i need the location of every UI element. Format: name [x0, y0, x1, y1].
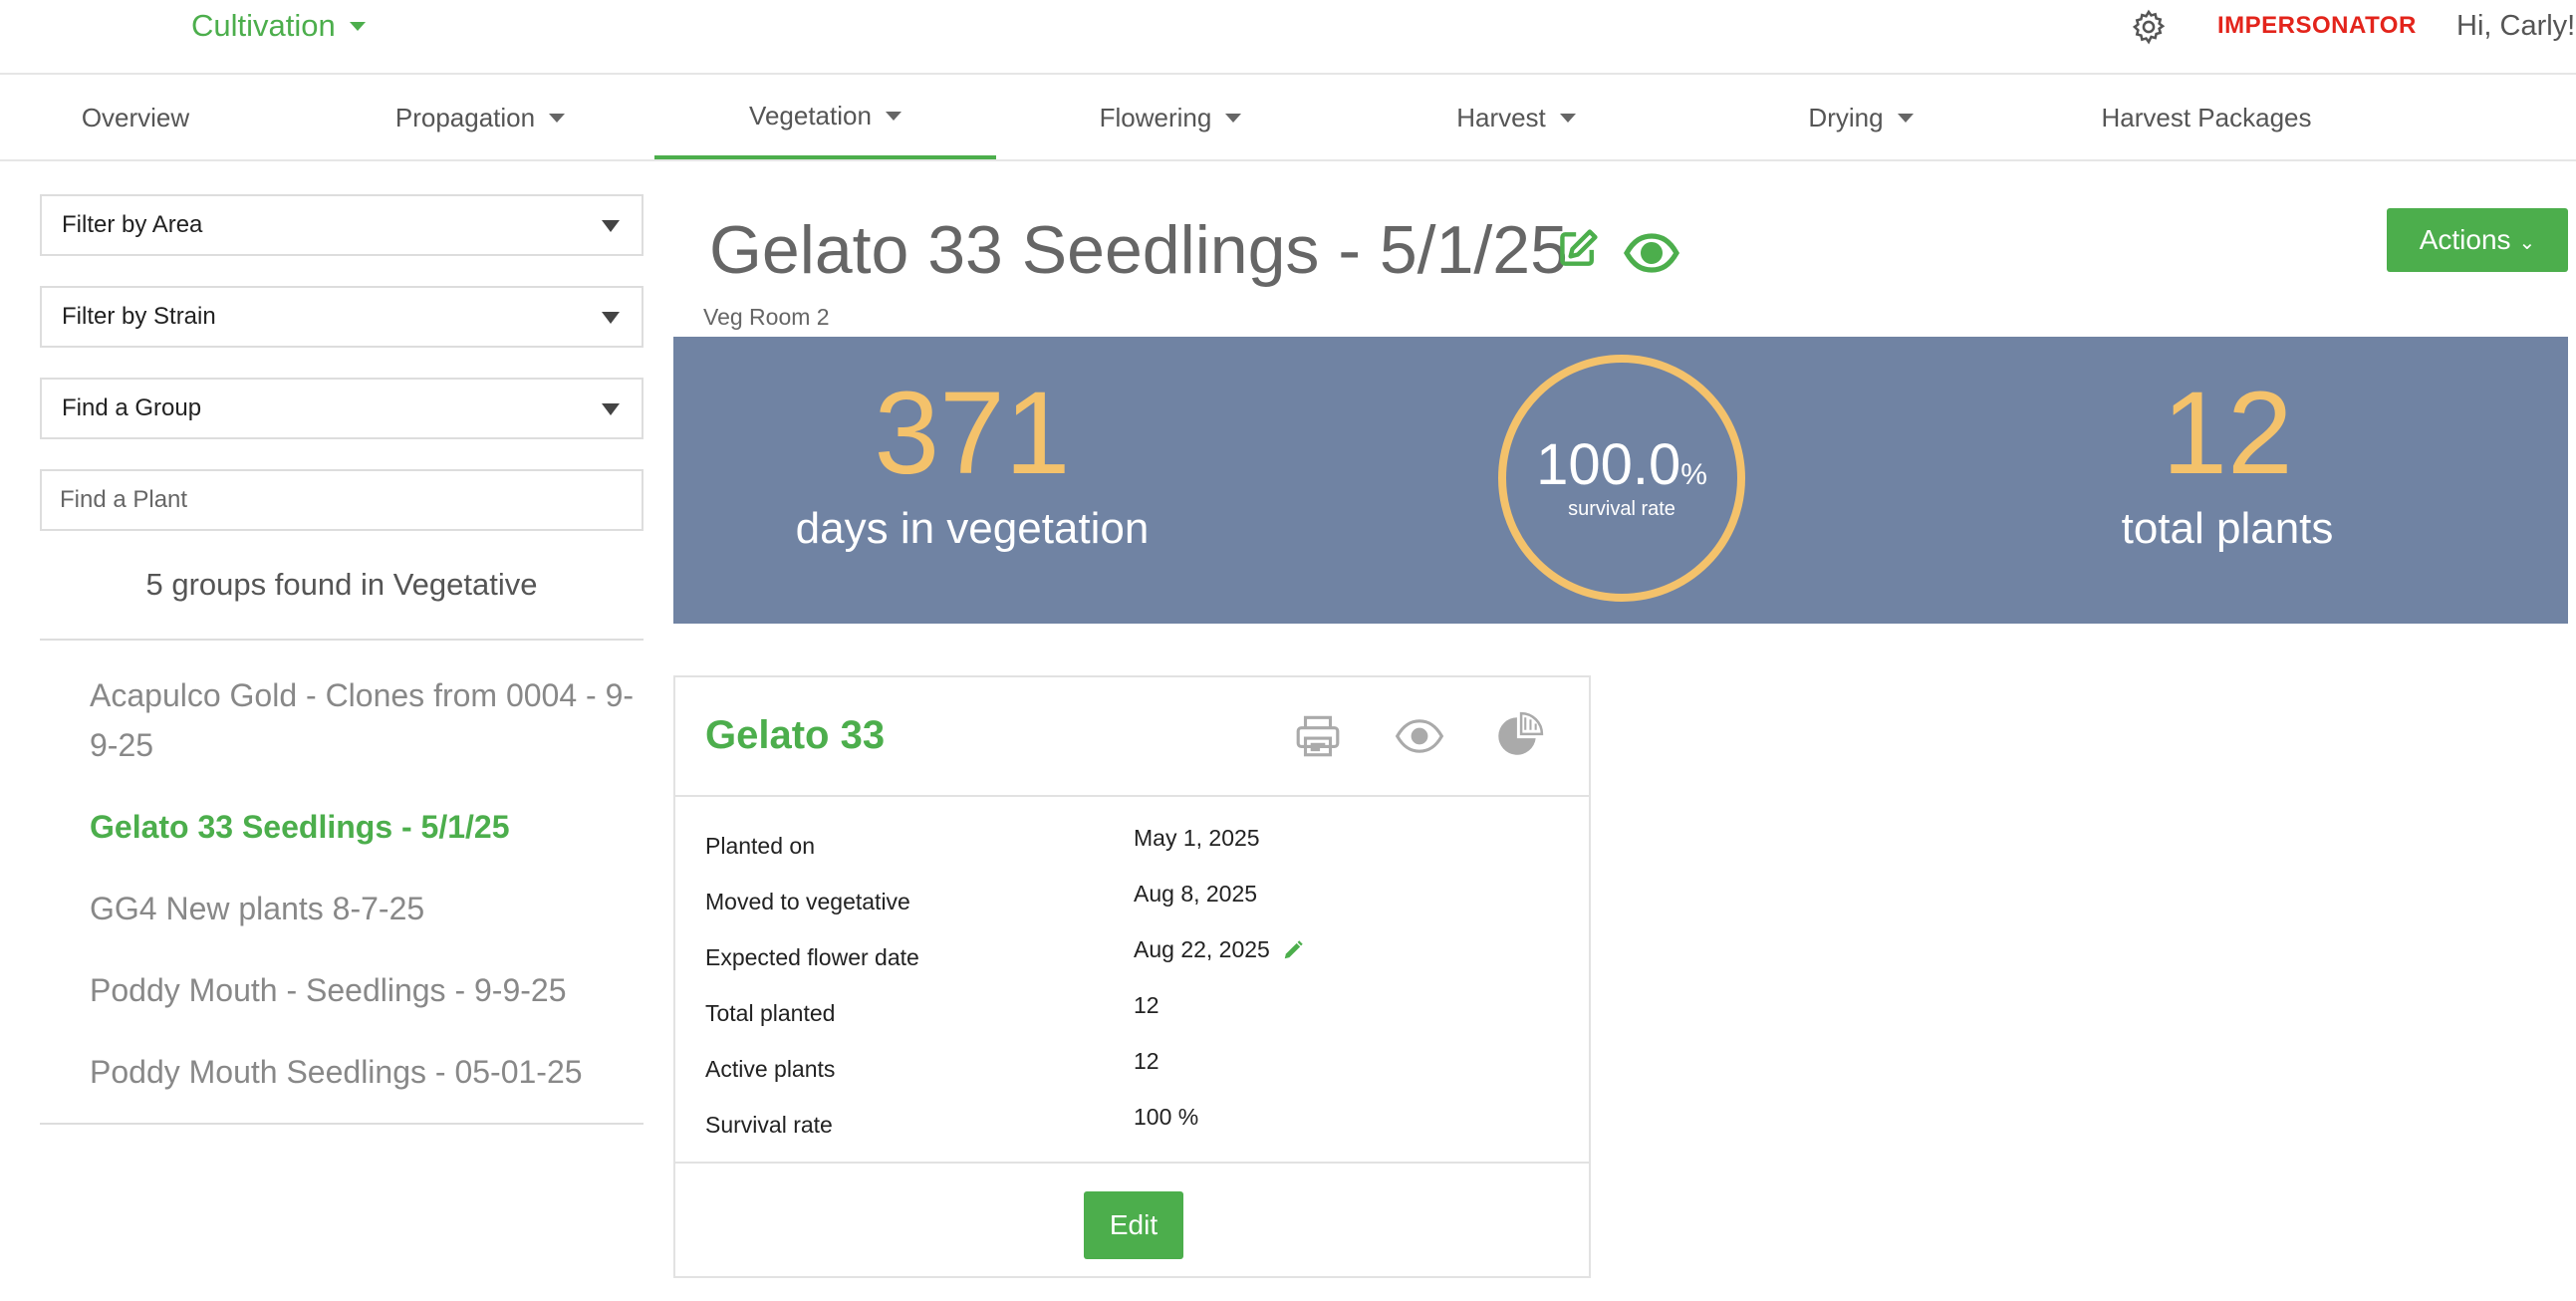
filter-label: Filter by Area: [62, 211, 203, 238]
detail-value: Aug 22, 2025: [1134, 936, 1304, 963]
groups-found-count: 5 groups found in Vegetative: [40, 567, 644, 641]
list-item[interactable]: Poddy Mouth Seedlings - 05-01-25: [90, 1047, 644, 1097]
detail-label: Survival rate: [705, 1112, 833, 1138]
caret-down-icon: [349, 21, 366, 31]
find-plant-input[interactable]: [40, 469, 644, 531]
detail-value-text: Aug 8, 2025: [1134, 881, 1258, 907]
plants-stat: 12 total plants: [1929, 337, 2526, 554]
nav-propagation[interactable]: Propagation: [369, 77, 592, 159]
detail-value: 100 %: [1134, 1104, 1198, 1131]
dropdown-arrow-icon: [602, 403, 620, 415]
dropdown-arrow-icon: [602, 220, 620, 232]
detail-value-text: 12: [1134, 1048, 1159, 1074]
edit-icon[interactable]: [1556, 227, 1600, 271]
pie-chart-icon[interactable]: [1494, 711, 1544, 761]
list-item[interactable]: Gelato 33 Seedlings - 5/1/25: [90, 802, 644, 852]
survival-number: 100.0: [1536, 432, 1681, 497]
main-nav: Overview Propagation Vegetation Flowerin…: [0, 77, 2576, 161]
caret-down-icon: [1225, 114, 1242, 123]
eye-icon[interactable]: [1395, 711, 1444, 761]
nav-drying[interactable]: Drying: [1773, 77, 1948, 159]
nav-label: Propagation: [394, 103, 536, 132]
actions-label: Actions: [2419, 224, 2511, 255]
printer-icon[interactable]: [1293, 711, 1343, 761]
nav-vegetation[interactable]: Vegetation: [654, 77, 996, 159]
user-greeting[interactable]: Hi, Carly!: [2456, 10, 2575, 43]
card-title: Gelato 33: [705, 713, 886, 757]
detail-value: 12: [1134, 992, 1159, 1019]
room-label: Veg Room 2: [703, 304, 830, 330]
page-title: Gelato 33 Seedlings - 5/1/25: [709, 212, 1568, 288]
card-details: Planted on May 1, 2025 Moved to vegetati…: [675, 797, 1589, 1164]
detail-value: 12: [1134, 1048, 1159, 1075]
dropdown-arrow-icon: [602, 312, 620, 324]
caret-down-icon: [885, 112, 902, 121]
list-item[interactable]: GG4 New plants 8-7-25: [90, 884, 644, 933]
survival-unit: %: [1680, 458, 1707, 491]
days-label: days in vegetation: [795, 504, 1150, 553]
edit-button[interactable]: Edit: [1084, 1191, 1183, 1259]
survival-label: survival rate: [1568, 498, 1675, 520]
nav-label: Drying: [1808, 103, 1884, 132]
detail-row-expected-flower-date: Expected flower date Aug 22, 2025: [675, 932, 1589, 988]
detail-value-text: 100 %: [1134, 1104, 1199, 1130]
module-selector[interactable]: Cultivation: [191, 8, 366, 44]
caret-down-icon: [1897, 114, 1914, 123]
find-group-select[interactable]: Find a Group: [40, 378, 644, 439]
detail-label: Total planted: [705, 1000, 836, 1026]
sidebar: Filter by Area Filter by Strain Find a G…: [40, 194, 644, 1125]
chevron-down-icon: ⌄: [2518, 231, 2536, 254]
caret-down-icon: [1559, 114, 1576, 123]
nav-overview[interactable]: Overview: [40, 77, 231, 159]
gear-icon[interactable]: [2130, 8, 2168, 46]
detail-value-text: May 1, 2025: [1134, 825, 1260, 851]
caret-down-icon: [549, 114, 566, 123]
survival-stat: 100.0% survival rate: [1496, 436, 1747, 521]
filter-by-area-select[interactable]: Filter by Area: [40, 194, 644, 256]
detail-row-active-plants: Active plants 12: [675, 1044, 1589, 1100]
days-stat: 371 days in vegetation: [673, 337, 1271, 554]
detail-value: May 1, 2025: [1134, 825, 1260, 852]
nav-harvest-packages[interactable]: Harvest Packages: [2082, 77, 2331, 159]
stats-banner: 371 days in vegetation 100.0% survival r…: [673, 337, 2568, 624]
list-item[interactable]: Acapulco Gold - Clones from 0004 - 9-9-2…: [90, 670, 644, 770]
top-bar: Cultivation IMPERSONATOR Hi, Carly!: [0, 0, 2576, 75]
group-list: Acapulco Gold - Clones from 0004 - 9-9-2…: [40, 641, 644, 1125]
nav-label: Vegetation: [749, 101, 872, 130]
list-item[interactable]: Poddy Mouth - Seedlings - 9-9-25: [90, 965, 644, 1015]
nav-label: Overview: [81, 103, 190, 132]
plants-label: total plants: [2121, 504, 2334, 553]
pencil-icon[interactable]: [1282, 939, 1304, 961]
detail-label: Moved to vegetative: [705, 889, 910, 914]
nav-label: Harvest Packages: [2101, 103, 2312, 132]
filter-label: Filter by Strain: [62, 303, 216, 330]
nav-harvest[interactable]: Harvest: [1424, 77, 1608, 159]
impersonator-badge: IMPERSONATOR: [2217, 12, 2417, 39]
plants-value: 12: [2162, 368, 2293, 499]
detail-value-text: Aug 22, 2025: [1134, 936, 1270, 962]
detail-label: Planted on: [705, 833, 815, 859]
nav-label: Harvest: [1456, 103, 1546, 132]
filter-by-strain-select[interactable]: Filter by Strain: [40, 286, 644, 348]
card-header: Gelato 33: [675, 677, 1589, 797]
days-value: 371: [874, 368, 1071, 499]
survival-value: 100.0%: [1496, 436, 1747, 494]
detail-value: Aug 8, 2025: [1134, 881, 1257, 908]
nav-label: Flowering: [1099, 103, 1212, 132]
detail-value-text: 12: [1134, 992, 1159, 1018]
module-label: Cultivation: [191, 8, 336, 43]
eye-icon[interactable]: [1624, 233, 1679, 273]
nav-flowering[interactable]: Flowering: [1066, 77, 1275, 159]
detail-row-total-planted: Total planted 12: [675, 988, 1589, 1044]
detail-row-survival-rate: Survival rate 100 %: [675, 1100, 1589, 1156]
filter-label: Find a Group: [62, 394, 202, 421]
detail-label: Active plants: [705, 1056, 836, 1082]
detail-label: Expected flower date: [705, 944, 919, 970]
detail-row-planted-on: Planted on May 1, 2025: [675, 821, 1589, 877]
actions-button[interactable]: Actions ⌄: [2387, 208, 2568, 272]
detail-row-moved-to-vegetative: Moved to vegetative Aug 8, 2025: [675, 877, 1589, 932]
group-detail-card: Gelato 33 Planted on May 1, 2025 Moved t…: [673, 675, 1591, 1278]
